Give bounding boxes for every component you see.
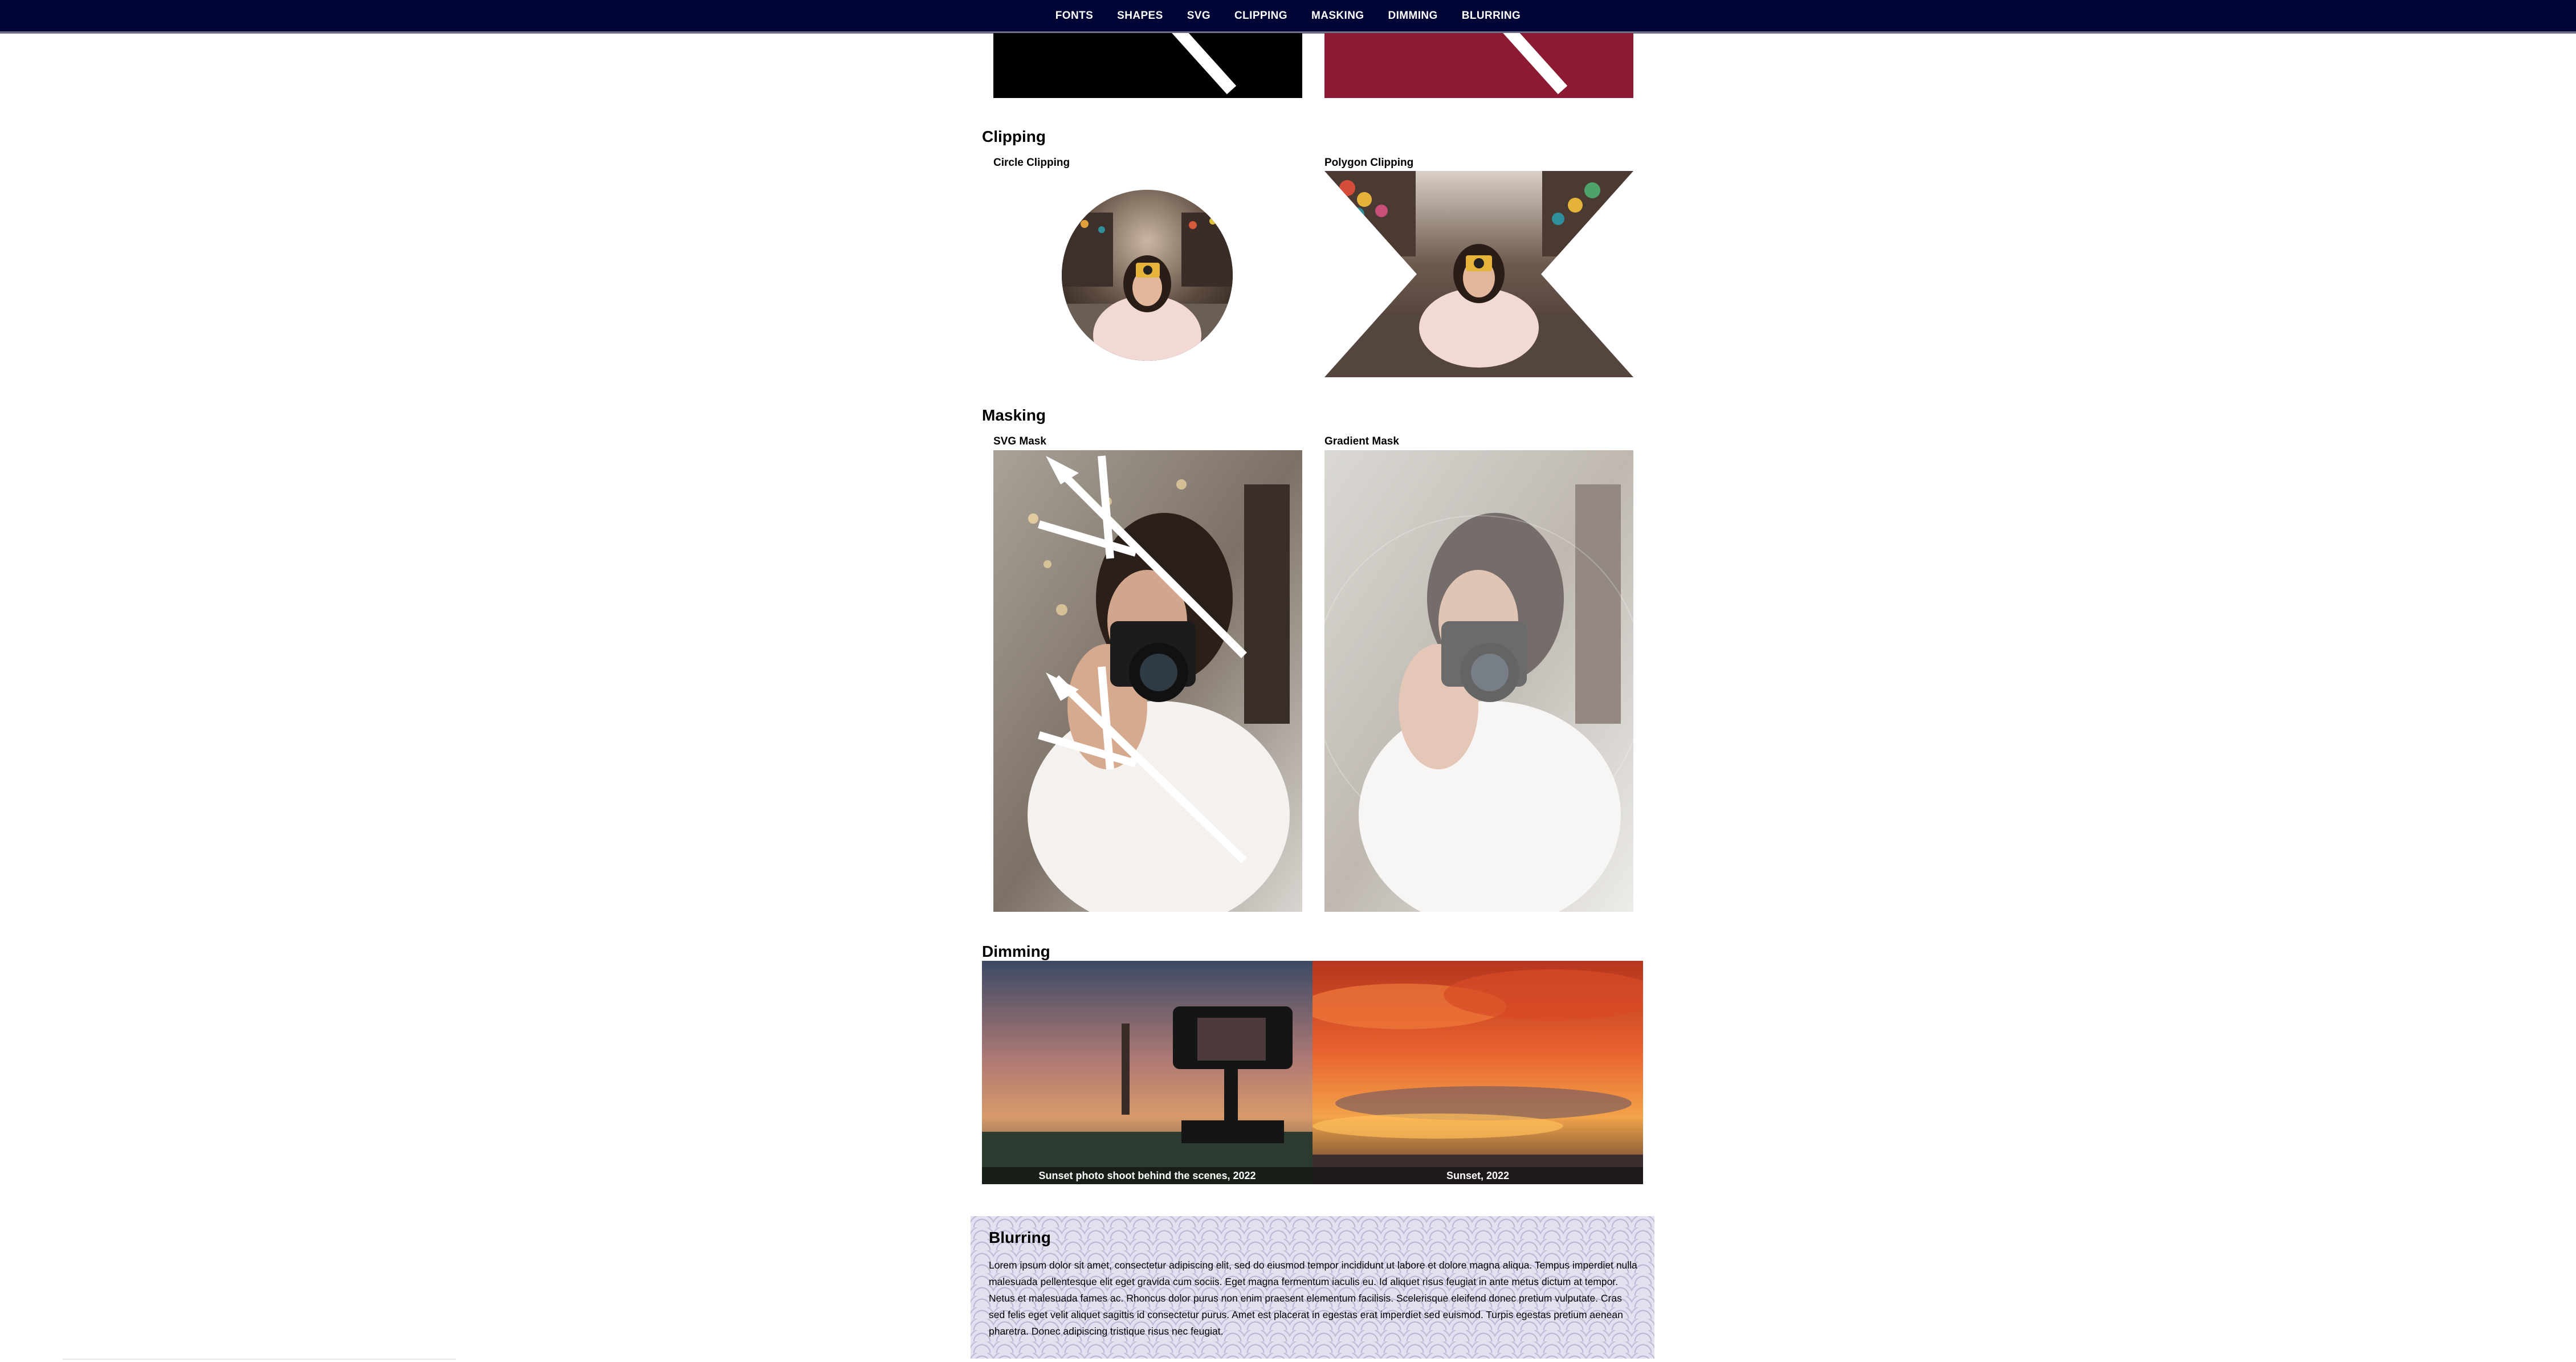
dimming-heading: Dimming xyxy=(982,943,1050,960)
blurring-card: Blurring Lorem ipsum dolor sit amet, con… xyxy=(971,1216,1654,1359)
masking-heading: Masking xyxy=(982,406,1046,424)
faint-divider xyxy=(63,1359,456,1360)
dimming-caption-camera: Sunset photo shoot behind the scenes, 20… xyxy=(982,1167,1313,1184)
diagonal-stroke-icon xyxy=(1172,33,1237,95)
circle-clipped-photo xyxy=(1062,190,1233,361)
svg-black-box xyxy=(993,33,1302,98)
nav-link-blurring[interactable]: BLURRING xyxy=(1462,10,1521,22)
nav-link-dimming[interactable]: DIMMING xyxy=(1388,10,1438,22)
nav-link-svg[interactable]: SVG xyxy=(1187,10,1210,22)
polygon-clipping-label: Polygon Clipping xyxy=(1324,157,1414,169)
svg-masked-photo xyxy=(993,450,1302,929)
nav-link-clipping[interactable]: CLIPPING xyxy=(1234,10,1287,22)
blurring-heading: Blurring xyxy=(989,1229,1051,1246)
top-navigation: FONTS SHAPES SVG CLIPPING MASKING DIMMIN… xyxy=(0,0,2576,34)
nav-link-masking[interactable]: MASKING xyxy=(1311,10,1364,22)
blurring-body-text: Lorem ipsum dolor sit amet, consectetur … xyxy=(989,1259,1637,1337)
svg-mask-label: SVG Mask xyxy=(993,435,1046,447)
clipping-heading: Clipping xyxy=(982,128,1046,145)
gradient-masked-photo xyxy=(1313,450,1645,929)
dimming-photo-camera[interactable]: Sunset photo shoot behind the scenes, 20… xyxy=(982,961,1313,1184)
svg-crimson-box xyxy=(1324,33,1633,98)
dimming-caption-sunset: Sunset, 2022 xyxy=(1313,1167,1643,1184)
polygon-clipped-photo xyxy=(1324,171,1633,377)
diagonal-stroke-icon xyxy=(1503,33,1568,95)
nav-link-shapes[interactable]: SHAPES xyxy=(1117,10,1163,22)
nav-link-fonts[interactable]: FONTS xyxy=(1055,10,1093,22)
gradient-mask-label: Gradient Mask xyxy=(1324,435,1399,447)
circle-clipping-label: Circle Clipping xyxy=(993,157,1070,169)
dimming-photo-sunset[interactable]: Sunset, 2022 xyxy=(1313,961,1643,1184)
